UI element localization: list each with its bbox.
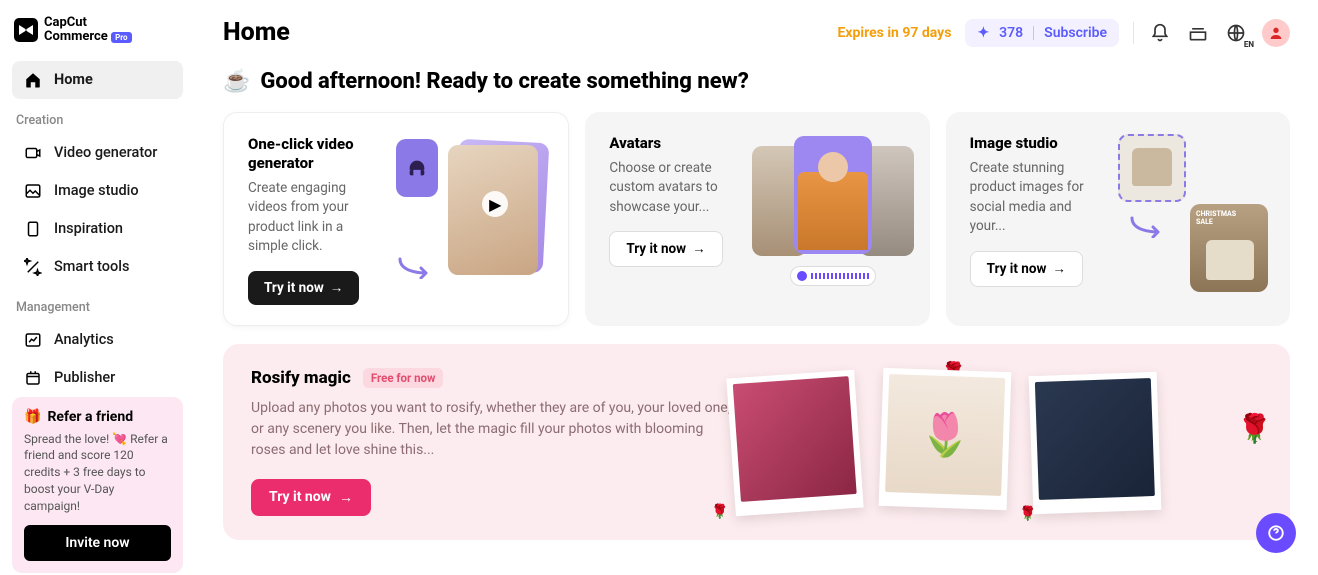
section-creation: Creation (12, 99, 183, 134)
nav-label: Image studio (54, 182, 139, 199)
card-title: Image studio (970, 134, 1106, 153)
divider (1133, 22, 1134, 44)
help-icon (1267, 524, 1285, 542)
nav-home[interactable]: Home (12, 61, 183, 99)
card-desc: Create stunning product images for socia… (970, 159, 1106, 237)
magic-icon (24, 258, 42, 276)
rosify-title: Rosify magic (251, 368, 351, 388)
try-button[interactable]: Try it now→ (248, 271, 359, 305)
rosify-images: 🌹 🌹 🌹 🌹 🌷 (731, 368, 1262, 516)
nav-publisher[interactable]: Publisher (12, 359, 183, 397)
try-button[interactable]: Try it now→ (609, 231, 722, 267)
nav-label: Home (54, 71, 93, 88)
rosify-desc: Upload any photos you want to rosify, wh… (251, 398, 731, 461)
separator (1033, 26, 1034, 40)
logo-pro-badge: Pro (111, 32, 131, 43)
page-title: Home (223, 18, 290, 47)
rosify-badge: Free for now (363, 368, 444, 388)
logo[interactable]: CapCut Commerce Pro (12, 12, 183, 61)
logo-line1: CapCut (44, 15, 87, 30)
card-desc: Choose or create custom avatars to showc… (609, 159, 745, 218)
language-button[interactable]: EN (1224, 21, 1248, 45)
nav-label: Analytics (54, 331, 114, 348)
card-thumbnail (758, 134, 908, 294)
home-icon (24, 71, 42, 89)
rosify-try-button[interactable]: Try it now→ (251, 479, 371, 516)
card-title: One-click video generator (248, 135, 384, 173)
notifications-button[interactable] (1148, 21, 1172, 45)
greeting-text: Good afternoon! Ready to create somethin… (260, 69, 748, 94)
rose-icon: 🌹 (1237, 412, 1272, 445)
card-image-studio[interactable]: Image studio Create stunning product ima… (946, 112, 1290, 326)
section-management: Management (12, 286, 183, 321)
card-thumbnail: CHRISTMASSALE (1118, 134, 1268, 294)
card-video-generator[interactable]: One-click video generator Create engagin… (223, 112, 569, 326)
publisher-icon (24, 369, 42, 387)
wallet-icon (1188, 23, 1208, 43)
arrow-curve-icon (1130, 214, 1166, 238)
invite-button[interactable]: Invite now (24, 525, 171, 561)
image-icon (24, 182, 42, 200)
logo-icon (14, 18, 38, 42)
nav-inspiration[interactable]: Inspiration (12, 210, 183, 248)
petal-icon: 🌹 (711, 504, 728, 520)
arrow-icon: → (339, 489, 353, 506)
wallet-button[interactable] (1186, 21, 1210, 45)
video-icon (24, 144, 42, 162)
audio-wave-icon (790, 266, 876, 286)
card-title: Avatars (609, 134, 745, 153)
rosify-card[interactable]: Rosify magic Free for now Upload any pho… (223, 344, 1290, 540)
arrow-icon: → (330, 280, 344, 296)
arrow-curve-icon (398, 255, 434, 279)
coffee-icon: ☕ (223, 69, 250, 94)
nav-smart-tools[interactable]: Smart tools (12, 248, 183, 286)
refer-card: 🎁 Refer a friend Spread the love! 💘 Refer… (12, 397, 183, 573)
nav-video-generator[interactable]: Video generator (12, 134, 183, 172)
refer-text: Spread the love! 💘 Refer a friend and sc… (24, 431, 171, 515)
headphones-icon (406, 157, 428, 179)
analytics-icon (24, 331, 42, 349)
gift-icon: 🎁 (24, 409, 41, 425)
arrow-icon: → (692, 241, 706, 257)
nav-label: Publisher (54, 369, 115, 386)
arrow-icon: → (1052, 261, 1066, 277)
bell-icon (1150, 23, 1170, 43)
expires-text: Expires in 97 days (838, 25, 952, 41)
credits-count: 378 (999, 25, 1023, 41)
card-avatars[interactable]: Avatars Choose or create custom avatars … (585, 112, 929, 326)
help-button[interactable] (1256, 513, 1296, 553)
logo-line2: Commerce (44, 29, 108, 44)
credits-pill[interactable]: ✦ 378 Subscribe (965, 19, 1119, 47)
nav-analytics[interactable]: Analytics (12, 321, 183, 359)
diamond-icon: ✦ (977, 25, 989, 41)
subscribe-link[interactable]: Subscribe (1044, 25, 1107, 41)
card-thumbnail: ▶ (396, 135, 546, 295)
inspiration-icon (24, 220, 42, 238)
card-desc: Create engaging videos from your product… (248, 179, 384, 257)
nav-image-studio[interactable]: Image studio (12, 172, 183, 210)
user-icon (1268, 25, 1284, 41)
nav-label: Video generator (54, 144, 157, 161)
nav-label: Smart tools (54, 258, 129, 275)
nav-label: Inspiration (54, 220, 123, 237)
lang-code: EN (1244, 40, 1254, 49)
refer-title: Refer a friend (47, 409, 133, 425)
try-button[interactable]: Try it now→ (970, 251, 1083, 287)
avatar[interactable] (1262, 19, 1290, 47)
